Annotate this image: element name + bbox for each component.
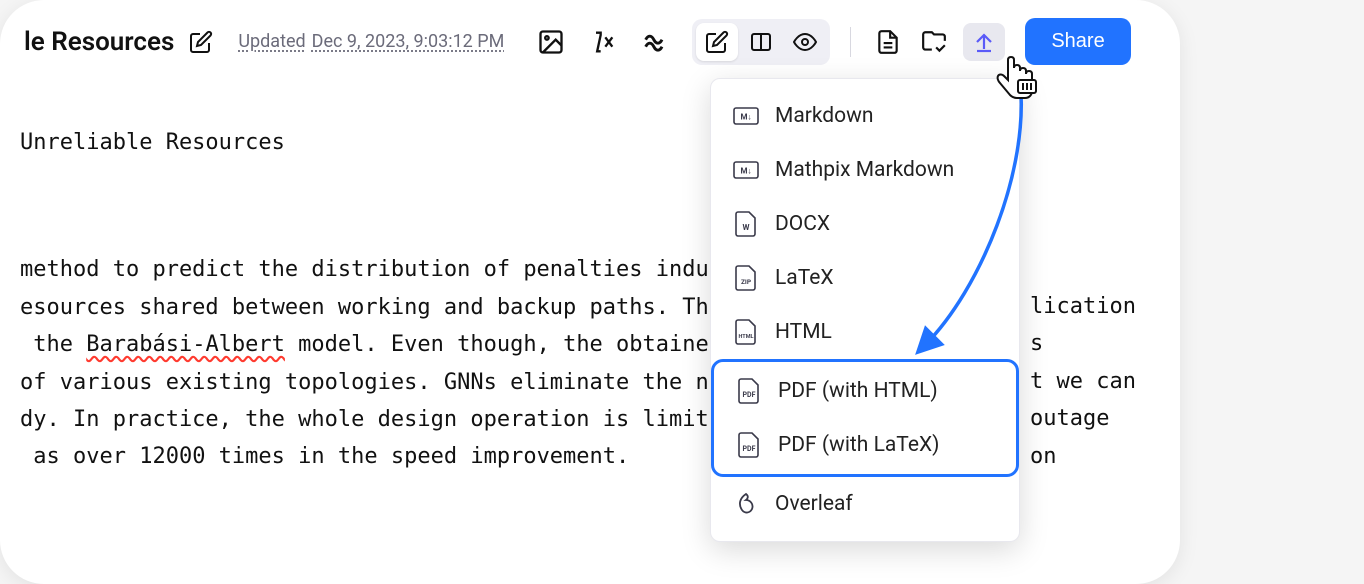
export-pdf-latex[interactable]: PDF PDF (with LaTeX) xyxy=(714,418,1016,472)
edit-mode-icon[interactable] xyxy=(696,23,738,61)
export-item-label: PDF (with LaTeX) xyxy=(778,433,939,457)
export-item-label: DOCX xyxy=(775,212,830,236)
markdown-icon: M↓ xyxy=(733,157,759,183)
overleaf-icon xyxy=(733,491,759,517)
toolbar-divider xyxy=(850,27,851,57)
export-mathpix-markdown[interactable]: M↓ Mathpix Markdown xyxy=(711,143,1019,197)
pdf-icon: PDF xyxy=(736,432,762,458)
export-item-label: HTML xyxy=(775,320,832,344)
highlighted-options: PDF PDF (with HTML) PDF PDF (with LaTeX) xyxy=(711,359,1019,477)
export-latex[interactable]: ZIP LaTeX xyxy=(711,251,1019,305)
export-dropdown: M↓ Markdown M↓ Mathpix Markdown W DOCX Z… xyxy=(710,78,1020,542)
svg-text:M↓: M↓ xyxy=(740,167,751,176)
pdf-icon: PDF xyxy=(736,378,762,404)
spellcheck-underline: Barabási-Albert xyxy=(86,332,285,357)
export-item-label: Overleaf xyxy=(775,492,853,516)
image-icon[interactable] xyxy=(534,25,568,59)
svg-text:W: W xyxy=(743,223,750,232)
export-docx[interactable]: W DOCX xyxy=(711,197,1019,251)
export-html[interactable]: HTML HTML xyxy=(711,305,1019,359)
svg-text:ZIP: ZIP xyxy=(741,278,751,286)
svg-text:M↓: M↓ xyxy=(740,113,751,122)
toolbar: le Resources Updated Dec 9, 2023, 9:03:1… xyxy=(0,0,1180,84)
export-markdown[interactable]: M↓ Markdown xyxy=(711,89,1019,143)
svg-text:PDF: PDF xyxy=(743,391,756,399)
share-button[interactable]: Share xyxy=(1025,18,1130,65)
markdown-icon: M↓ xyxy=(733,103,759,129)
docx-icon: W xyxy=(733,211,759,237)
export-overleaf[interactable]: Overleaf xyxy=(711,477,1019,531)
document-title: le Resources xyxy=(24,27,174,57)
overflow-text: lication s t we can outage on xyxy=(1030,288,1136,475)
folder-icon[interactable] xyxy=(917,25,951,59)
view-mode-group xyxy=(692,19,830,65)
preview-icon[interactable] xyxy=(784,23,826,61)
document-icon[interactable] xyxy=(871,25,905,59)
updated-label: Updated xyxy=(238,31,305,52)
html-icon: HTML xyxy=(733,319,759,345)
updated-info: Updated Dec 9, 2023, 9:03:12 PM xyxy=(238,31,504,52)
zip-icon: ZIP xyxy=(733,265,759,291)
export-item-label: Markdown xyxy=(775,104,874,128)
svg-text:HTML: HTML xyxy=(738,334,753,340)
toolbar-insert-group xyxy=(534,25,672,59)
scribble-icon[interactable] xyxy=(638,25,672,59)
export-item-label: PDF (with HTML) xyxy=(778,379,938,403)
title-area: le Resources xyxy=(24,25,218,59)
edit-title-icon[interactable] xyxy=(184,25,218,59)
export-item-label: LaTeX xyxy=(775,266,834,290)
export-button[interactable] xyxy=(963,23,1005,61)
split-view-icon[interactable] xyxy=(740,23,782,61)
app-window: le Resources Updated Dec 9, 2023, 9:03:1… xyxy=(0,0,1180,584)
formula-icon[interactable] xyxy=(586,25,620,59)
updated-time[interactable]: Dec 9, 2023, 9:03:12 PM xyxy=(312,31,505,52)
export-item-label: Mathpix Markdown xyxy=(775,158,954,182)
export-pdf-html[interactable]: PDF PDF (with HTML) xyxy=(714,364,1016,418)
svg-text:PDF: PDF xyxy=(743,445,756,453)
